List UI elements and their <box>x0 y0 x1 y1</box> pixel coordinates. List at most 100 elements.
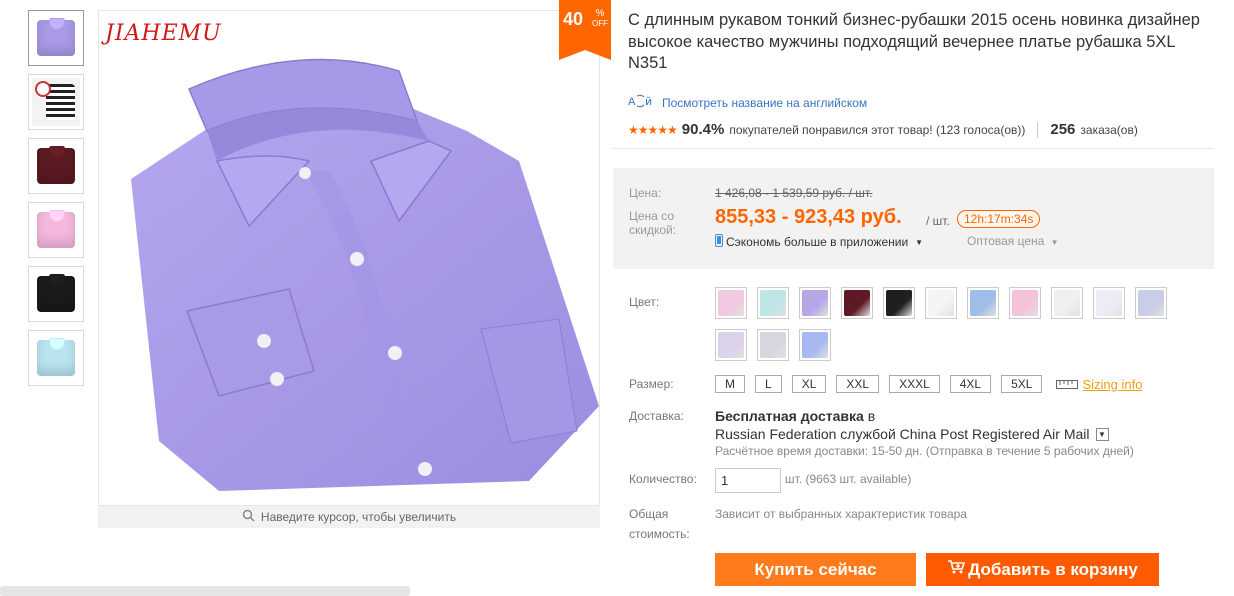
add-to-cart-label: Добавить в корзину <box>968 559 1138 579</box>
thumbnail-image <box>32 14 80 62</box>
wholesale-price-link[interactable]: Оптовая цена ▼ <box>967 234 1059 248</box>
translate-icon: Aй <box>628 93 654 112</box>
discount-value: 40 <box>563 9 584 29</box>
total-value: Зависит от выбранных характеристик товар… <box>715 507 967 521</box>
phone-icon <box>715 234 723 250</box>
discount-badge: 40 % OFF <box>559 0 611 60</box>
size-option-5xl[interactable]: 5XL <box>1001 375 1043 393</box>
translate-link[interactable]: Aй Посмотреть название на английском <box>628 93 867 112</box>
dropdown-arrow-icon: ▼ <box>1095 427 1109 441</box>
quantity-input[interactable] <box>715 468 781 493</box>
free-shipping: Бесплатная доставка в <box>715 408 875 424</box>
color-swatch[interactable] <box>757 287 789 319</box>
thumbnail-image <box>32 334 80 382</box>
translate-link-text: Посмотреть название на английском <box>662 95 868 110</box>
color-swatch-image <box>718 290 744 316</box>
add-to-cart-button[interactable]: Добавить в корзину <box>926 553 1159 586</box>
horizontal-scrollbar[interactable] <box>0 586 410 596</box>
thumbnail-light-blue[interactable] <box>28 330 84 386</box>
color-swatch-image <box>760 332 786 358</box>
divider <box>613 148 1214 149</box>
thumbnail-burgundy[interactable] <box>28 138 84 194</box>
size-label: Размер: <box>629 377 674 391</box>
free-shipping-text: Бесплатная доставка <box>715 408 864 424</box>
thumbnail-image <box>32 206 80 254</box>
size-option-xl[interactable]: XL <box>791 375 827 393</box>
orders-count: 256 <box>1050 121 1076 138</box>
thumbnail-list <box>28 10 84 394</box>
color-swatch[interactable] <box>883 287 915 319</box>
sizing-info-text: Sizing info <box>1082 376 1143 392</box>
thumbnail-size-chart[interactable] <box>28 74 84 130</box>
rating-text: покупателей понравился этот товар! (123 … <box>729 122 1026 137</box>
shipping-label: Доставка: <box>629 409 684 423</box>
color-swatch[interactable] <box>715 329 747 361</box>
price-unit: / шт. <box>926 214 950 228</box>
shipping-estimate: Расчётное время доставки: 15-50 дн. (Отп… <box>715 444 1134 458</box>
color-swatch[interactable] <box>841 287 873 319</box>
quantity-label: Количество: <box>629 472 697 486</box>
thumbnail-image <box>32 142 80 190</box>
size-options: M L XL XXL XXXL 4XL 5XL Sizing info <box>715 375 1142 393</box>
color-swatch[interactable] <box>799 287 831 319</box>
cart-icon <box>947 559 966 580</box>
color-swatch[interactable] <box>1009 287 1041 319</box>
thumbnail-black[interactable] <box>28 266 84 322</box>
caret-down-icon: ▼ <box>915 237 924 247</box>
color-swatch-image <box>970 290 996 316</box>
color-swatch[interactable] <box>757 329 789 361</box>
price-label: Цена: <box>629 186 662 200</box>
svg-text:A: A <box>628 96 636 108</box>
shipping-method-select[interactable]: Russian Federation службой China Post Re… <box>715 426 1109 442</box>
shipping-destination: Russian Federation службой China Post Re… <box>715 426 1090 442</box>
thumbnail-lavender[interactable] <box>28 10 84 66</box>
quantity-note: шт. (9663 шт. available) <box>785 472 912 486</box>
discount-price-label: Цена со скидкой: <box>629 209 677 237</box>
thumbnail-image <box>32 270 80 318</box>
size-option-xxl[interactable]: XXL <box>836 375 880 393</box>
color-swatch[interactable] <box>1051 287 1083 319</box>
shirt-image <box>131 58 599 491</box>
color-label: Цвет: <box>629 295 660 309</box>
color-swatch-image <box>760 290 786 316</box>
size-option-xxxl[interactable]: XXXL <box>889 375 940 393</box>
buy-now-button[interactable]: Купить сейчас <box>715 553 916 586</box>
color-swatch-image <box>802 332 828 358</box>
color-swatch[interactable] <box>1135 287 1167 319</box>
color-swatch-image <box>1054 290 1080 316</box>
color-swatch[interactable] <box>715 287 747 319</box>
color-swatch-image <box>1012 290 1038 316</box>
thumbnail-image <box>32 78 80 126</box>
original-price: 1 426,08 - 1 539,59 руб. / шт. <box>715 186 873 200</box>
price-box: Цена: 1 426,08 - 1 539,59 руб. / шт. Цен… <box>613 168 1214 269</box>
color-swatch[interactable] <box>967 287 999 319</box>
app-promo-text: Сэкономь больше в приложении <box>726 235 909 249</box>
color-swatch[interactable] <box>1093 287 1125 319</box>
ruler-icon <box>1056 377 1079 392</box>
size-option-l[interactable]: L <box>755 375 782 393</box>
color-swatch-image <box>802 290 828 316</box>
color-swatch[interactable] <box>799 329 831 361</box>
rating-divider <box>1037 121 1039 138</box>
rating-row: ★★★★★ 90.4% покупателей понравился этот … <box>628 121 1138 138</box>
app-promo[interactable]: Сэкономь больше в приложении ▼ <box>715 234 923 250</box>
zoom-hint: Наведите курсор, чтобы увеличить <box>98 506 600 528</box>
size-option-m[interactable]: M <box>715 375 745 393</box>
shipping-to: в <box>867 408 876 424</box>
color-swatch-image <box>886 290 912 316</box>
color-swatch-image <box>928 290 954 316</box>
svg-text:й: й <box>645 95 652 108</box>
total-label: Общая стоимость: <box>629 507 690 541</box>
orders-label: заказа(ов) <box>1080 122 1138 137</box>
discount-percent: % OFF <box>592 8 608 29</box>
buy-now-label: Купить сейчас <box>754 559 877 579</box>
size-option-4xl[interactable]: 4XL <box>949 375 992 393</box>
main-product-image[interactable]: JIAHEMU <box>98 10 600 506</box>
color-swatch[interactable] <box>925 287 957 319</box>
sizing-info-link[interactable]: Sizing info <box>1056 377 1142 392</box>
color-swatch-image <box>1138 290 1164 316</box>
countdown-timer: 12h:17m:34s <box>957 210 1041 228</box>
color-options <box>715 287 1185 361</box>
color-swatch-image <box>718 332 744 358</box>
thumbnail-pink[interactable] <box>28 202 84 258</box>
